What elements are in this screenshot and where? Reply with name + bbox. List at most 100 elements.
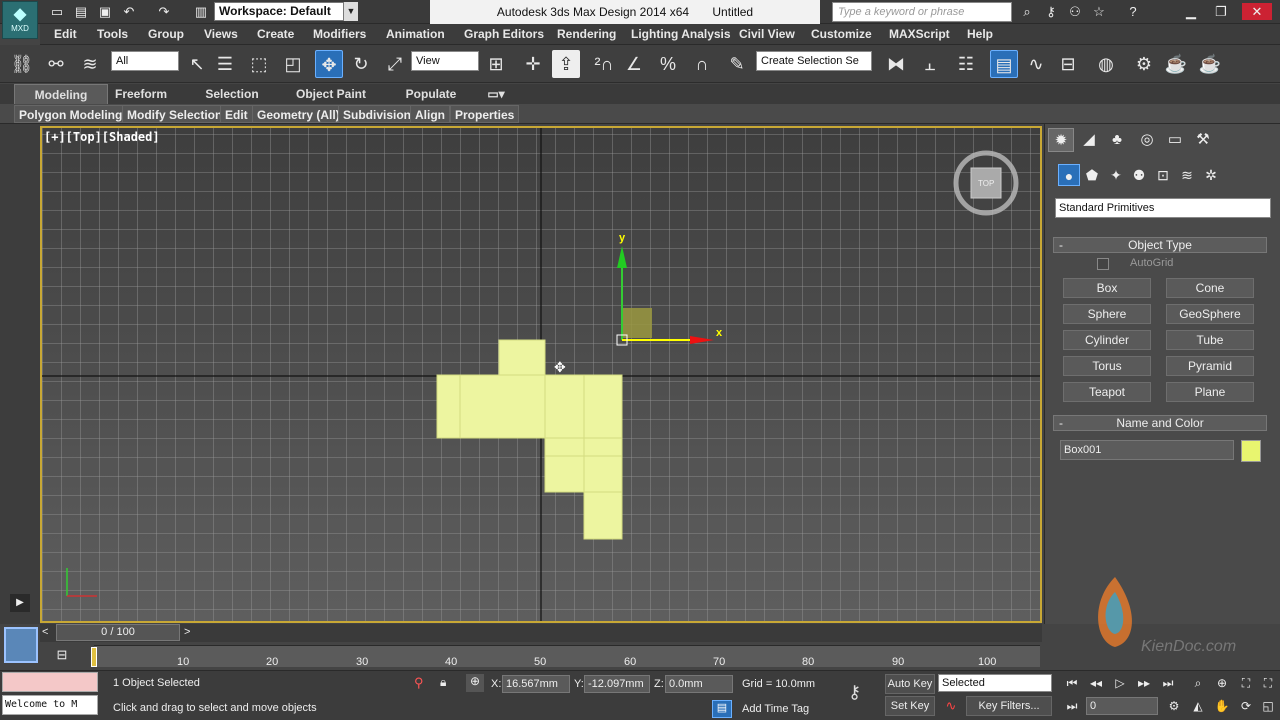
set-key-icon[interactable]: ⚷ xyxy=(848,682,861,703)
menu-animation[interactable]: Animation xyxy=(386,27,445,41)
auto-key-button[interactable]: Auto Key xyxy=(885,674,935,694)
prev-frame-icon[interactable]: ◂◂ xyxy=(1086,674,1106,692)
menu-views[interactable]: Views xyxy=(204,27,238,41)
next-frame-icon[interactable]: ▸▸ xyxy=(1134,674,1154,692)
box-button[interactable]: Box xyxy=(1063,278,1151,298)
subtab-subdivision[interactable]: Subdivision xyxy=(338,105,417,123)
go-to-end-icon[interactable]: ⏭ xyxy=(1158,674,1178,692)
dope-sheet-icon[interactable]: ⊟ xyxy=(1054,50,1082,78)
menu-maxscript[interactable]: MAXScript xyxy=(889,27,950,41)
named-selection-select[interactable]: Create Selection Se xyxy=(756,51,872,71)
pivot-center-icon[interactable]: ⊞ xyxy=(482,50,510,78)
isolate-icon[interactable]: ⚲ xyxy=(414,675,424,691)
redo-icon[interactable]: ↷ xyxy=(155,3,173,20)
absolute-mode-icon[interactable]: ⊕ xyxy=(466,674,484,692)
zoom-icon[interactable]: ⌕ xyxy=(1188,674,1208,692)
key-icon[interactable]: ⚷ xyxy=(1042,3,1060,20)
selection-filter-select[interactable]: All xyxy=(111,51,179,71)
chevron-down-icon[interactable]: ▼ xyxy=(344,2,358,21)
keyboard-shortcut-icon[interactable]: ⇪ xyxy=(552,50,580,78)
subtab-properties[interactable]: Properties xyxy=(450,105,520,123)
add-time-tag[interactable]: Add Time Tag xyxy=(742,703,809,715)
torus-button[interactable]: Torus xyxy=(1063,356,1151,376)
teapot-button[interactable]: Teapot xyxy=(1063,382,1151,402)
window-crossing-icon[interactable]: ◰ xyxy=(279,50,307,78)
name-color-rollout[interactable]: - Name and Color xyxy=(1053,415,1267,431)
tab-object-paint[interactable]: Object Paint xyxy=(290,84,372,104)
utilities-tab-icon[interactable]: ⚒ xyxy=(1190,128,1216,152)
curve-editor-icon[interactable]: ∿ xyxy=(1022,50,1050,78)
menu-tools[interactable]: Tools xyxy=(97,27,128,41)
viewport-label[interactable]: [+][Top][Shaded] xyxy=(44,130,160,144)
key-filters-button[interactable]: Key Filters... xyxy=(966,696,1052,716)
menu-edit[interactable]: Edit xyxy=(54,27,77,41)
maximize-viewport-icon[interactable]: ◱ xyxy=(1258,697,1278,715)
z-coord-input[interactable]: 0.0mm xyxy=(665,675,733,693)
cone-button[interactable]: Cone xyxy=(1166,278,1254,298)
orbit-icon[interactable]: ⟳ xyxy=(1236,697,1256,715)
cameras-icon[interactable]: ⚉ xyxy=(1128,164,1150,186)
pan-icon[interactable]: ✋ xyxy=(1212,697,1232,715)
link-icon[interactable]: ⛓ xyxy=(8,50,36,78)
menu-customize[interactable]: Customize xyxy=(811,27,872,41)
subtab-polygon-modeling[interactable]: Polygon Modeling xyxy=(14,105,128,123)
select-manipulate-icon[interactable]: ✛ xyxy=(519,50,547,78)
search-input[interactable]: Type a keyword or phrase xyxy=(832,2,1012,22)
zoom-extents-all-icon[interactable]: ⛶ xyxy=(1258,674,1278,692)
subtab-align[interactable]: Align xyxy=(410,105,450,123)
current-frame-marker[interactable] xyxy=(91,647,97,667)
subtab-geometry[interactable]: Geometry (All) xyxy=(252,105,345,123)
current-frame-input[interactable]: 0 xyxy=(1086,697,1158,715)
track-bar-icon[interactable]: ⊟ xyxy=(52,647,72,665)
rect-selection-icon[interactable]: ⬚ xyxy=(245,50,273,78)
app-logo-button[interactable]: ◆ MXD xyxy=(2,1,38,39)
create-tab-icon[interactable]: ✹ xyxy=(1048,128,1074,152)
go-to-start-icon[interactable]: ⏮ xyxy=(1062,674,1082,692)
snaps-toggle-icon[interactable]: ²∩ xyxy=(590,50,618,78)
open-icon[interactable]: ▤ xyxy=(72,3,90,20)
render-production-icon[interactable]: ☕ xyxy=(1196,50,1224,78)
play-icon[interactable]: ▷ xyxy=(1110,674,1130,692)
field-of-view-icon[interactable]: ◭ xyxy=(1188,697,1208,715)
select-by-name-icon[interactable]: ☰ xyxy=(211,50,239,78)
display-tab-icon[interactable]: ▭ xyxy=(1162,128,1188,152)
cylinder-button[interactable]: Cylinder xyxy=(1063,330,1151,350)
lights-icon[interactable]: ✦ xyxy=(1105,164,1127,186)
rendered-frame-icon[interactable]: ☕ xyxy=(1162,50,1190,78)
rotate-icon[interactable]: ↻ xyxy=(347,50,375,78)
object-type-rollout[interactable]: - Object Type xyxy=(1053,237,1267,253)
undo-icon[interactable]: ↶ xyxy=(120,3,138,20)
layer-manager-icon[interactable]: ☷ xyxy=(952,50,980,78)
zoom-extents-icon[interactable]: ⛶ xyxy=(1236,674,1256,692)
viewport-top[interactable]: y x TOP ✥ xyxy=(40,126,1042,623)
object-name-input[interactable]: Box001 xyxy=(1060,440,1234,460)
unlink-icon[interactable]: ⚯ xyxy=(42,50,70,78)
hierarchy-tab-icon[interactable]: ♣ xyxy=(1104,128,1130,152)
tab-freeform[interactable]: Freeform xyxy=(108,84,174,104)
angle-snap-icon[interactable]: ∠ xyxy=(620,50,648,78)
pyramid-button[interactable]: Pyramid xyxy=(1166,356,1254,376)
geometry-icon[interactable]: ● xyxy=(1058,164,1080,186)
tab-modeling[interactable]: Modeling xyxy=(14,84,108,104)
menu-lighting-analysis[interactable]: Lighting Analysis xyxy=(631,27,731,41)
material-editor-icon[interactable]: ◍ xyxy=(1092,50,1120,78)
menu-create[interactable]: Create xyxy=(257,27,294,41)
menu-graph-editors[interactable]: Graph Editors xyxy=(464,27,544,41)
shapes-icon[interactable]: ⬟ xyxy=(1081,164,1103,186)
time-tag-icon[interactable]: ▤ xyxy=(712,700,732,718)
time-config-icon[interactable]: ⚙ xyxy=(1164,697,1184,715)
plane-button[interactable]: Plane xyxy=(1166,382,1254,402)
align-icon[interactable]: ⫠ xyxy=(916,50,944,78)
geosphere-button[interactable]: GeoSphere xyxy=(1166,304,1254,324)
tube-button[interactable]: Tube xyxy=(1166,330,1254,350)
default-tangent-icon[interactable]: ∿ xyxy=(941,698,961,716)
object-color-swatch[interactable] xyxy=(1241,440,1261,462)
lock-selection-icon[interactable]: 🔒︎ xyxy=(440,675,446,690)
minimize-icon[interactable]: ▁ xyxy=(1182,3,1200,20)
menu-civil-view[interactable]: Civil View xyxy=(739,27,795,41)
tab-selection[interactable]: Selection xyxy=(196,84,268,104)
ribbon-options-icon[interactable]: ▭▾ xyxy=(482,84,510,104)
scale-icon[interactable]: ⤢ xyxy=(381,50,409,78)
close-icon[interactable]: ✕ xyxy=(1242,3,1272,20)
restore-icon[interactable]: ❐ xyxy=(1212,3,1230,20)
